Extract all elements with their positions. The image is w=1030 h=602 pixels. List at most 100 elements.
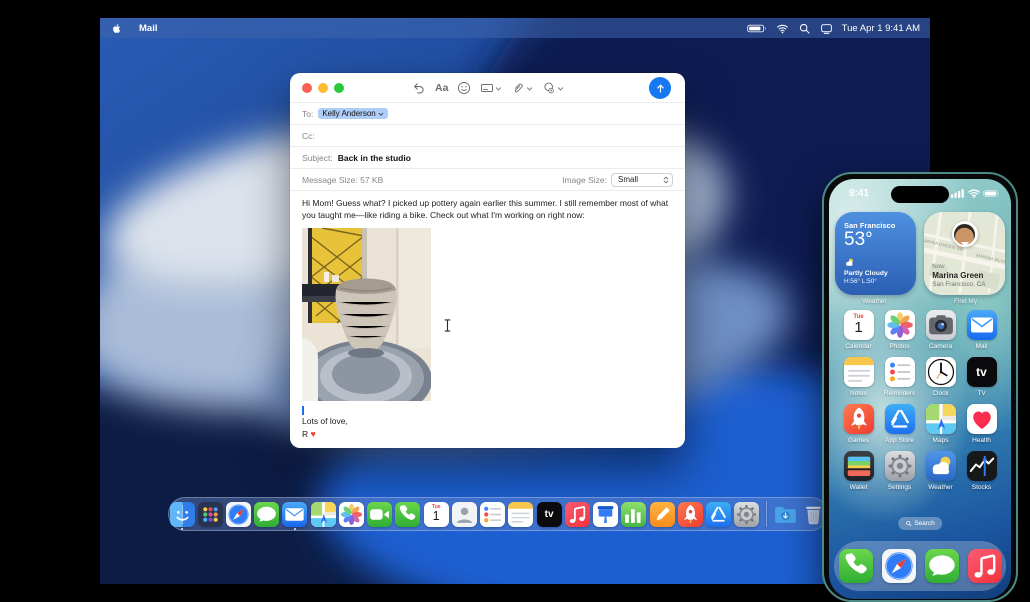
iphone-app-stocks[interactable]: Stocks (966, 451, 997, 498)
text-caret (302, 405, 304, 415)
attachment-icon[interactable] (511, 81, 533, 95)
menu-item[interactable] (279, 23, 295, 34)
wifi-icon[interactable] (776, 22, 789, 35)
control-center-icon[interactable] (820, 22, 833, 35)
iphone-app-maps[interactable]: Maps (925, 404, 956, 451)
search-pill[interactable]: Search (898, 517, 942, 530)
iphone-app-reminders[interactable]: Reminders (884, 357, 915, 404)
dock-item-mail[interactable] (282, 501, 308, 530)
iphone-app-clock[interactable]: Clock (925, 357, 956, 404)
iphone-app-grid: Tue1 Calendar Photos Camera Mail Notes (838, 310, 1002, 498)
iphone-dock-app-messages[interactable] (924, 549, 959, 583)
body-paragraph: Hi Mom! Guess what? I picked up pottery … (302, 198, 669, 220)
app-icon (884, 310, 915, 340)
dock-item-finder[interactable] (169, 501, 195, 530)
app-label: Maps (932, 436, 949, 444)
findmy-widget[interactable]: MARINA BLVD MARINA GREEN DR Now Marina G… (924, 212, 1005, 295)
app-label: TV (977, 389, 986, 397)
dock-item-contacts[interactable] (451, 501, 477, 527)
image-size-select[interactable]: Small (611, 172, 673, 187)
menu-app-name[interactable]: Mail (131, 23, 165, 34)
menu-item[interactable] (199, 23, 215, 34)
iphone-app-settings[interactable]: Settings (884, 451, 915, 498)
dock-item-keynote[interactable] (592, 501, 619, 527)
app-icon (925, 404, 956, 434)
iphone-dock-app-music[interactable] (967, 549, 1002, 583)
dock-item-tv[interactable]: tv (536, 501, 562, 527)
iphone-dock-app-safari[interactable] (881, 549, 916, 583)
closing-line: Lots of love, (302, 415, 348, 426)
dock-item-pages[interactable] (649, 501, 675, 527)
dock-item-music[interactable] (564, 501, 590, 527)
app-label: Mail (975, 342, 988, 350)
running-indicator-dot (180, 527, 184, 530)
iphone-app-weather[interactable]: Weather (925, 451, 956, 498)
pottery-photo-attachment[interactable] (302, 227, 431, 401)
close-button[interactable] (302, 83, 312, 93)
menu-item[interactable] (231, 23, 247, 34)
app-label: Notes (850, 389, 867, 397)
dock-item-phone[interactable] (395, 501, 421, 527)
to-field[interactable]: To: Kelly Anderson (290, 103, 685, 125)
iphone-dock-app-phone[interactable] (838, 549, 873, 583)
app-icon: tv (536, 501, 562, 527)
menu-item[interactable] (263, 23, 279, 34)
battery-icon[interactable] (746, 23, 767, 34)
weather-condition: Partly Cloudy (844, 269, 888, 277)
dock-item-reminders[interactable] (480, 501, 506, 527)
format-text-button[interactable]: Aa (435, 82, 448, 94)
search-icon (906, 520, 912, 527)
iphone-app-tv[interactable]: tv TV (966, 357, 997, 404)
dock-item-calendar[interactable]: Tue 1 (423, 501, 449, 527)
dock-item-settings[interactable] (734, 501, 760, 527)
menu-item[interactable] (183, 23, 199, 34)
app-icon (966, 404, 997, 434)
iphone-app-health[interactable]: Health (966, 404, 997, 451)
recipient-token[interactable]: Kelly Anderson (318, 108, 388, 119)
menu-item[interactable] (247, 23, 263, 34)
iphone-app-camera[interactable]: Camera (925, 310, 956, 357)
message-body[interactable]: Hi Mom! Guess what? I picked up pottery … (290, 191, 685, 441)
dock-item-photos[interactable] (338, 501, 364, 527)
app-icon (226, 501, 252, 527)
weather-widget[interactable]: San Francisco 53° Partly Cloudy H:56° L:… (835, 212, 917, 295)
iphone: 9:41 San Francisco 53° Partly Cloudy H:5… (822, 172, 1018, 602)
iphone-app-notes[interactable]: Notes (843, 357, 874, 404)
dock-item-maps[interactable] (310, 501, 336, 527)
heart-emoji: ♥ (310, 428, 316, 439)
dock-item-games[interactable] (677, 501, 703, 527)
dock-item-notes[interactable] (508, 501, 534, 527)
menu-item[interactable] (215, 23, 231, 34)
app-label: Calendar (845, 342, 872, 350)
menu-clock[interactable]: Tue Apr 1 9:41 AM (842, 23, 920, 34)
iphone-app-wallet[interactable]: Wallet (843, 451, 874, 498)
dock-item-safari[interactable] (225, 501, 252, 527)
dock-item-messages[interactable] (254, 501, 280, 527)
dock-item-facetime[interactable] (367, 501, 393, 527)
iphone-app-calendar[interactable]: Tue 1 Calendar (843, 310, 874, 357)
dock-item-numbers[interactable] (621, 501, 647, 527)
iphone-app-appstore[interactable]: App Store (884, 404, 915, 451)
cc-label: Cc: (302, 130, 315, 141)
emoji-picker-icon[interactable] (457, 81, 471, 95)
header-fields-button[interactable] (480, 81, 502, 95)
app-icon (451, 501, 477, 527)
menu-item[interactable] (167, 23, 183, 34)
iphone-app-games[interactable]: Games (843, 404, 874, 451)
cc-field[interactable]: Cc: (290, 125, 685, 147)
dock-item-downloads[interactable] (773, 502, 799, 527)
dock-item-launchpad[interactable] (197, 501, 223, 527)
send-button[interactable] (649, 77, 671, 99)
apple-menu-icon[interactable] (110, 22, 123, 35)
zoom-button[interactable] (334, 83, 344, 93)
insert-photo-icon[interactable] (542, 81, 564, 95)
undo-icon[interactable] (412, 81, 426, 95)
subject-field[interactable]: Subject: Back in the studio (290, 147, 685, 169)
iphone-app-photos[interactable]: Photos (884, 310, 915, 357)
dock-item-appstore[interactable] (705, 501, 731, 527)
iphone-app-mail[interactable]: Mail (966, 310, 997, 357)
app-icon (843, 404, 874, 434)
spotlight-search-icon[interactable] (798, 22, 811, 35)
findmy-widget-label: Find My (953, 298, 978, 305)
minimize-button[interactable] (318, 83, 328, 93)
